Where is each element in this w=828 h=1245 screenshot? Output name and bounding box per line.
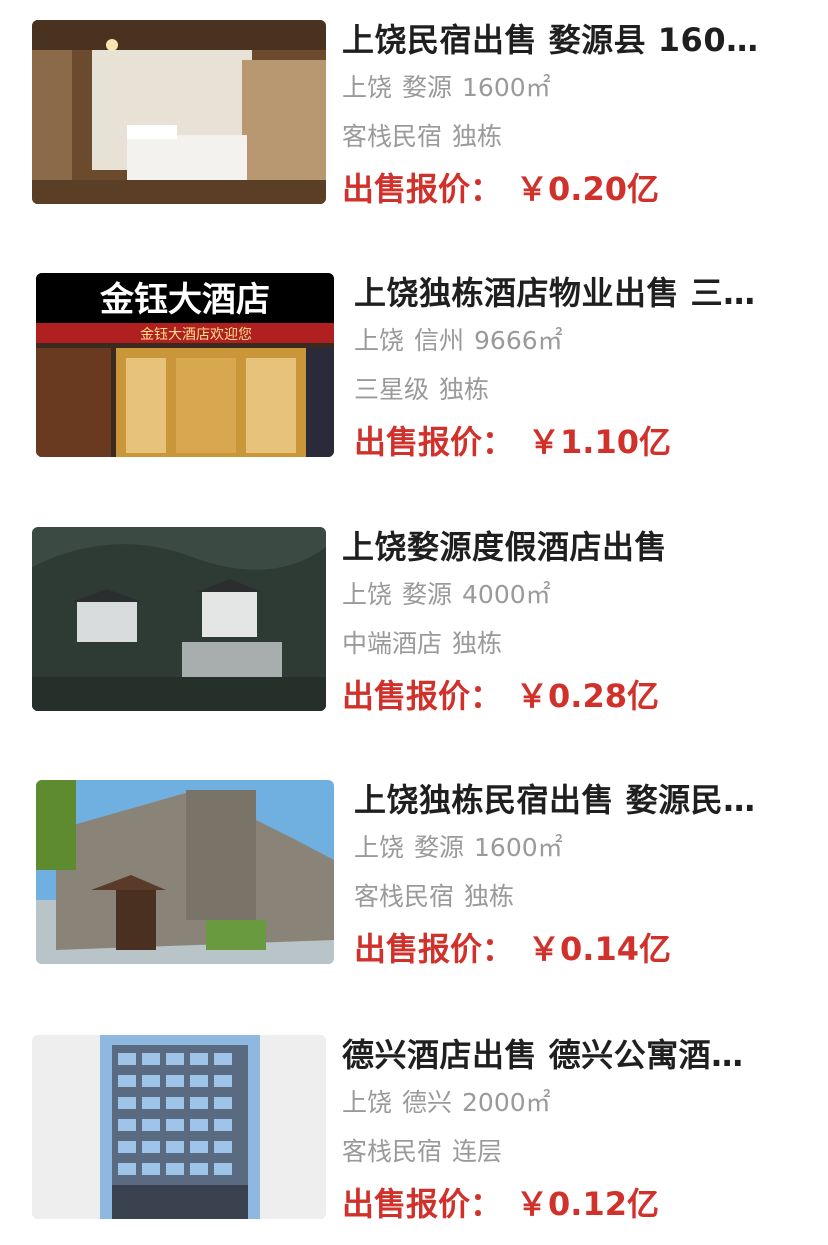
area-label: 4000㎡ — [462, 580, 551, 609]
listing-tags: 客栈民宿 独栋 — [342, 117, 782, 157]
office-building-image[interactable] — [32, 1035, 326, 1219]
hotel-storefront-image[interactable]: 金钰大酒店 金钰大酒店欢迎您 — [36, 273, 334, 457]
listing-card[interactable]: 德兴酒店出售 德兴公寓酒店出售 上饶 德兴 2000㎡ 客栈民宿 连层 出售报价： ￥0… — [0, 1035, 828, 1235]
tag: 客栈民宿 — [342, 1137, 443, 1166]
listing-price: 出售报价： ￥0.14亿 — [354, 927, 794, 971]
price-value: ￥0.12亿 — [516, 1185, 659, 1223]
tag: 独栋 — [452, 122, 503, 151]
listing-tags: 客栈民宿 连层 — [342, 1132, 782, 1172]
tag: 中端酒店 — [342, 629, 443, 658]
listing-location: 上饶 婺源 1600㎡ — [342, 68, 782, 108]
listing-title[interactable]: 德兴酒店出售 德兴公寓酒店出售 — [342, 1035, 762, 1075]
listing-location: 上饶 婺源 1600㎡ — [354, 828, 794, 868]
city-label: 上饶 — [354, 326, 405, 355]
listing-card[interactable]: 上饶婺源度假酒店出售 上饶 婺源 4000㎡ 中端酒店 独栋 出售报价： ￥0.28亿 — [0, 527, 828, 727]
price-label: 出售报价： — [342, 170, 503, 208]
district-label: 婺源 — [402, 580, 453, 609]
hotel-room-image[interactable] — [32, 20, 326, 204]
tag: 独栋 — [464, 882, 515, 911]
listing-title[interactable]: 上饶独栋民宿出售 婺源民宿出售 — [354, 780, 774, 820]
district-label: 婺源 — [402, 73, 453, 102]
listing-list: 上饶民宿出售 婺源县 1600平方民宿 上饶婺源1600㎡ 客栈民宿独栋 出售报… — [0, 0, 828, 1245]
banner-text: 金钰大酒店欢迎您 — [140, 326, 252, 343]
tag: 客栈民宿 — [354, 882, 455, 911]
listing-location: 上饶 信州 9666㎡ — [354, 321, 794, 361]
area-label: 2000㎡ — [462, 1088, 551, 1117]
price-value: ￥0.28亿 — [516, 677, 659, 715]
area-label: 9666㎡ — [474, 326, 563, 355]
listing-title[interactable]: 上饶婺源度假酒店出售 — [342, 527, 762, 567]
listing-tags: 中端酒店 独栋 — [342, 624, 782, 664]
listing-location: 上饶 德兴 2000㎡ — [342, 1083, 782, 1123]
tag: 三星级 — [354, 375, 430, 404]
listing-title[interactable]: 上饶民宿出售 婺源县 1600平方民宿 — [342, 20, 762, 60]
city-label: 上饶 — [342, 1088, 393, 1117]
listing-card[interactable]: 金钰大酒店 金钰大酒店欢迎您 上饶独栋酒店物业出售 三星级酒店 上饶信州 9666… — [0, 273, 828, 473]
listing-price: 出售报价： ￥0.28亿 — [342, 674, 782, 718]
price-label: 出售报价： — [342, 677, 503, 715]
city-label: 上饶 — [342, 580, 393, 609]
tag: 客栈民宿 — [342, 122, 443, 151]
area-label: 1600㎡ — [474, 833, 563, 862]
price-value: ￥1.10亿 — [528, 423, 671, 461]
price-label: 出售报价： — [354, 930, 515, 968]
price-label: 出售报价： — [342, 1185, 503, 1223]
listing-price: 出售报价： ￥1.10亿 — [354, 420, 794, 464]
district-label: 婺源 — [414, 833, 465, 862]
price-value: ￥0.20亿 — [516, 170, 659, 208]
tag: 独栋 — [452, 629, 503, 658]
listing-tags: 三星级 独栋 — [354, 370, 794, 410]
stone-house-image[interactable] — [36, 780, 334, 964]
listing-location: 上饶 婺源 4000㎡ — [342, 575, 782, 615]
city-label: 上饶 — [342, 73, 393, 102]
listing-title[interactable]: 上饶独栋酒店物业出售 三星级酒店 — [354, 273, 774, 313]
listing-tags: 客栈民宿 独栋 — [354, 877, 794, 917]
price-label: 出售报价： — [354, 423, 515, 461]
listing-card[interactable]: 上饶独栋民宿出售 婺源民宿出售 上饶 婺源 1600㎡ 客栈民宿 独栋 出售报价： ￥0… — [0, 780, 828, 980]
mountain-village-image[interactable] — [32, 527, 326, 711]
area-label: 1600㎡ — [462, 73, 551, 102]
district-label: 信州 — [414, 326, 465, 355]
listing-price: 出售报价： ￥0.12亿 — [342, 1182, 782, 1226]
price-value: ￥0.14亿 — [528, 930, 671, 968]
city-label: 上饶 — [354, 833, 405, 862]
listing-price: 出售报价： ￥0.20亿 — [342, 167, 782, 211]
tag: 独栋 — [439, 375, 490, 404]
listing-card[interactable]: 上饶民宿出售 婺源县 1600平方民宿 上饶婺源 1600㎡ 客栈民宿独栋 出售报… — [0, 20, 828, 220]
district-label: 德兴 — [402, 1088, 453, 1117]
tag: 连层 — [452, 1137, 503, 1166]
sign-text: 金钰大酒店 — [99, 280, 270, 320]
